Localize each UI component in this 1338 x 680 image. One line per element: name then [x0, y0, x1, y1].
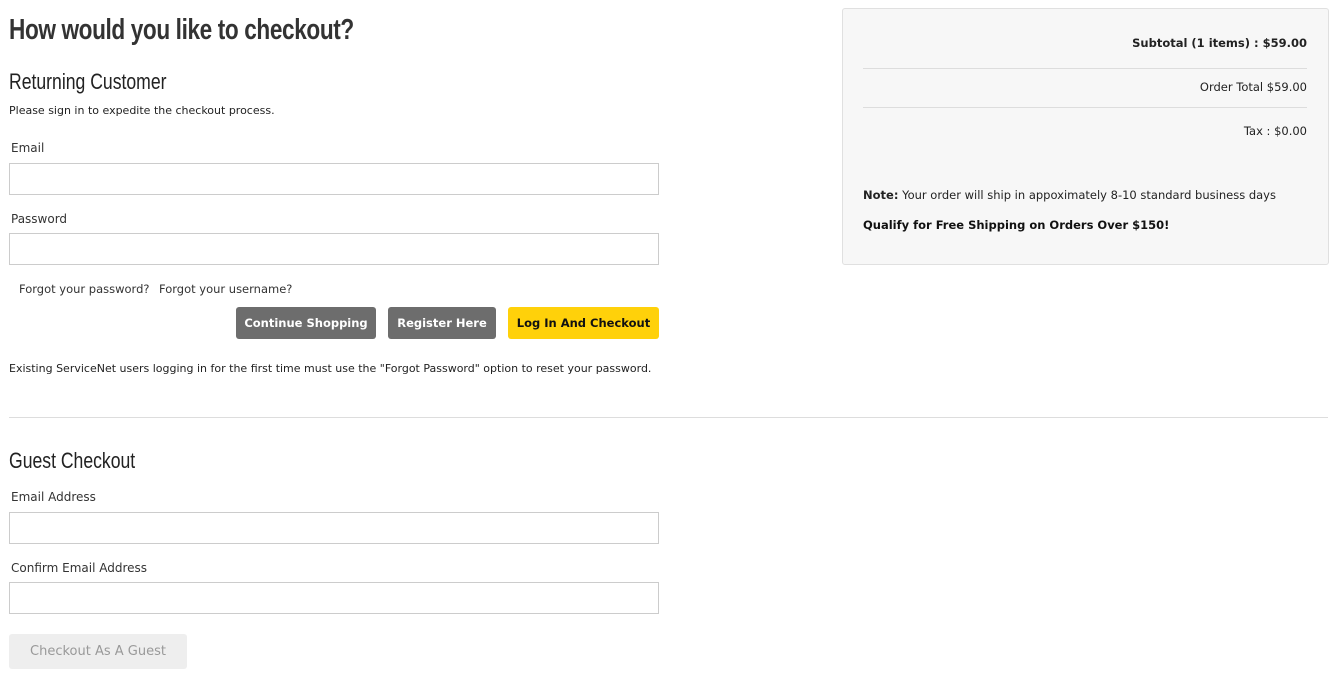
guest-checkout-button[interactable]: Checkout As A Guest — [9, 634, 187, 669]
guest-email-label: Email Address — [11, 490, 96, 504]
password-label: Password — [11, 212, 68, 226]
continue-shopping-button[interactable]: Continue Shopping — [236, 307, 376, 339]
login-checkout-button[interactable]: Log In And Checkout — [508, 307, 659, 339]
guest-confirm-email-label: Confirm Email Address — [11, 561, 148, 575]
summary-divider — [863, 107, 1307, 108]
shipping-note-text: Your order will ship in appoximately 8-1… — [898, 188, 1276, 202]
shipping-note: Note: Your order will ship in appoximate… — [863, 188, 1276, 202]
signin-hint: Please sign in to expedite the checkout … — [9, 104, 275, 117]
section-divider — [9, 417, 1328, 418]
guest-checkout-title: Guest Checkout — [9, 448, 136, 473]
servicenet-note: Existing ServiceNet users logging in for… — [9, 362, 652, 375]
forgot-username-link[interactable]: Forgot your username? — [159, 282, 292, 296]
shipping-note-label: Note: — [863, 188, 899, 202]
page-title: How would you like to checkout? — [9, 14, 354, 46]
guest-email-input[interactable] — [9, 512, 659, 544]
free-shipping-promo: Qualify for Free Shipping on Orders Over… — [863, 218, 1170, 232]
password-input[interactable] — [9, 233, 659, 265]
email-label: Email — [11, 141, 45, 155]
subtotal: Subtotal (1 items) : $59.00 — [1132, 36, 1307, 50]
forgot-password-link[interactable]: Forgot your password? — [19, 282, 149, 296]
tax: Tax : $0.00 — [1243, 124, 1307, 138]
guest-confirm-email-input[interactable] — [9, 582, 659, 614]
email-input[interactable] — [9, 163, 659, 195]
summary-divider — [863, 68, 1307, 69]
order-summary-panel: Subtotal (1 items) : $59.00 Order Total … — [842, 8, 1329, 265]
register-button[interactable]: Register Here — [388, 307, 496, 339]
returning-customer-title: Returning Customer — [9, 69, 167, 94]
order-total: Order Total $59.00 — [1199, 80, 1307, 94]
